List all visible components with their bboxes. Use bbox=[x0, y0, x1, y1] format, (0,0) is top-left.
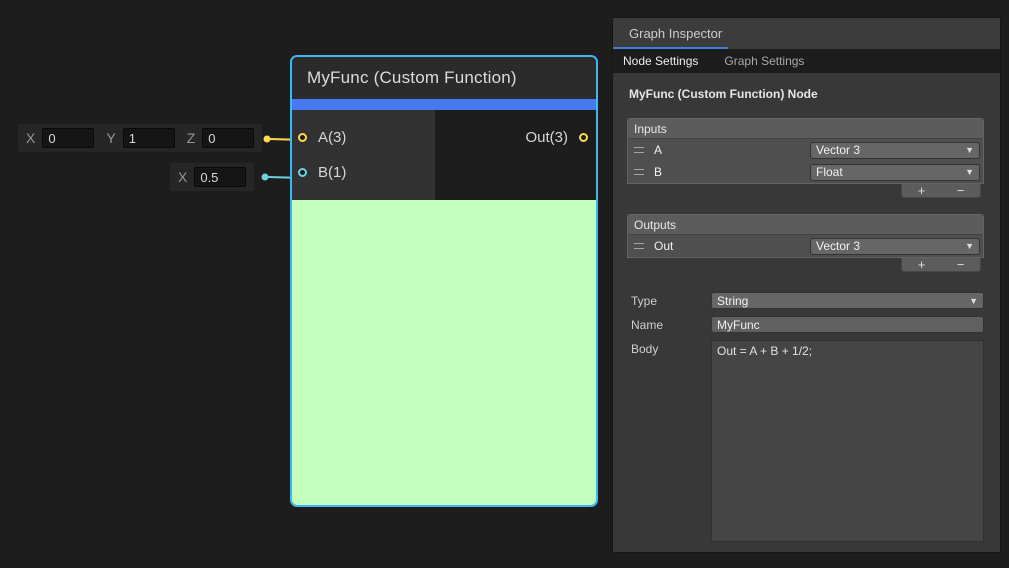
dropdown-arrow-icon: ▼ bbox=[965, 145, 974, 155]
node-output-ports: Out(3) bbox=[435, 110, 596, 200]
inspector-title: Graph Inspector bbox=[629, 26, 722, 41]
list-item[interactable]: A Vector 3 ▼ bbox=[628, 139, 983, 161]
node-title[interactable]: MyFunc (Custom Function) bbox=[292, 57, 596, 99]
float-edge-dot bbox=[262, 174, 269, 181]
input-row-name: A bbox=[650, 143, 804, 157]
tab-node-settings[interactable]: Node Settings bbox=[623, 54, 698, 68]
vector3-x-field[interactable] bbox=[42, 128, 94, 148]
port-row-out: Out(3) bbox=[435, 120, 596, 155]
outputs-list-header: Outputs bbox=[628, 215, 983, 235]
vector3-y-label: Y bbox=[106, 130, 115, 146]
drag-handle-icon[interactable] bbox=[634, 169, 644, 175]
dropdown-arrow-icon: ▼ bbox=[965, 241, 974, 251]
float-input-widget: X bbox=[170, 163, 254, 191]
node-ports: A(3) B(1) Out(3) bbox=[292, 110, 596, 200]
input-a-type-dropdown[interactable]: Vector 3 ▼ bbox=[810, 142, 980, 159]
port-out-label: Out(3) bbox=[525, 129, 568, 146]
type-label: Type bbox=[627, 292, 711, 308]
vector3-x-label: X bbox=[26, 130, 35, 146]
type-row: Type String ▼ bbox=[627, 292, 984, 309]
inspector-content: MyFunc (Custom Function) Node Inputs A V… bbox=[613, 73, 1000, 552]
type-dropdown[interactable]: String ▼ bbox=[711, 292, 984, 309]
inspector-accent-underline bbox=[613, 47, 728, 49]
input-row-name: B bbox=[650, 165, 804, 179]
vector3-x-group: X bbox=[26, 128, 94, 148]
output-row-name: Out bbox=[650, 239, 804, 253]
outputs-list-footer: + − bbox=[901, 258, 981, 272]
vector3-z-label: Z bbox=[187, 130, 196, 146]
vector3-z-group: Z bbox=[187, 128, 255, 148]
vector3-z-field[interactable] bbox=[202, 128, 254, 148]
port-a-connector[interactable] bbox=[298, 133, 307, 142]
body-row: Body Out = A + B + 1/2; bbox=[627, 340, 984, 542]
name-label: Name bbox=[627, 316, 711, 332]
input-b-type-dropdown[interactable]: Float ▼ bbox=[810, 164, 980, 181]
port-b-label: B(1) bbox=[318, 164, 346, 181]
inputs-list-header: Inputs bbox=[628, 119, 983, 139]
body-label: Body bbox=[627, 340, 711, 356]
dropdown-value: Vector 3 bbox=[816, 239, 961, 253]
dropdown-value: Float bbox=[816, 165, 961, 179]
port-a-label: A(3) bbox=[318, 129, 346, 146]
inputs-list-footer: + − bbox=[901, 184, 981, 198]
port-row-b: B(1) bbox=[292, 155, 435, 190]
remove-output-button[interactable]: − bbox=[949, 259, 973, 271]
dropdown-arrow-icon: ▼ bbox=[965, 167, 974, 177]
vector3-input-widget: X Y Z bbox=[18, 124, 262, 152]
inspector-header[interactable]: Graph Inspector bbox=[613, 18, 1000, 49]
dropdown-arrow-icon: ▼ bbox=[969, 296, 978, 306]
drag-handle-icon[interactable] bbox=[634, 147, 644, 153]
node-input-ports: A(3) B(1) bbox=[292, 110, 435, 200]
drag-handle-icon[interactable] bbox=[634, 243, 644, 249]
add-output-button[interactable]: + bbox=[910, 259, 934, 271]
list-item[interactable]: Out Vector 3 ▼ bbox=[628, 235, 983, 257]
port-row-a: A(3) bbox=[292, 120, 435, 155]
dropdown-value: String bbox=[717, 294, 965, 308]
port-b-connector[interactable] bbox=[298, 168, 307, 177]
list-item[interactable]: B Float ▼ bbox=[628, 161, 983, 183]
output-type-dropdown[interactable]: Vector 3 ▼ bbox=[810, 238, 980, 255]
float-x-group: X bbox=[178, 167, 246, 187]
port-out-connector[interactable] bbox=[579, 133, 588, 142]
inspector-tabs: Node Settings Graph Settings bbox=[613, 49, 1000, 73]
float-x-field[interactable] bbox=[194, 167, 246, 187]
dropdown-value: Vector 3 bbox=[816, 143, 961, 157]
vector3-y-field[interactable] bbox=[123, 128, 175, 148]
vector3-y-group: Y bbox=[106, 128, 174, 148]
remove-input-button[interactable]: − bbox=[949, 185, 973, 197]
node-preview bbox=[292, 200, 596, 505]
add-input-button[interactable]: + bbox=[910, 185, 934, 197]
myfunc-node[interactable]: MyFunc (Custom Function) A(3) B(1) Out(3… bbox=[290, 55, 598, 507]
tab-graph-settings[interactable]: Graph Settings bbox=[724, 54, 804, 68]
graph-inspector-panel: Graph Inspector Node Settings Graph Sett… bbox=[612, 17, 1001, 553]
name-row: Name bbox=[627, 316, 984, 333]
outputs-list: Outputs Out Vector 3 ▼ bbox=[627, 214, 984, 258]
name-field[interactable] bbox=[711, 316, 984, 333]
vector3-edge-dot bbox=[264, 136, 271, 143]
function-properties: Type String ▼ Name Body Out = A + B + 1/… bbox=[627, 292, 984, 542]
float-x-label: X bbox=[178, 169, 187, 185]
node-accent-bar bbox=[292, 99, 596, 110]
node-settings-heading: MyFunc (Custom Function) Node bbox=[627, 87, 984, 101]
inputs-list: Inputs A Vector 3 ▼ B Float ▼ bbox=[627, 118, 984, 184]
body-field[interactable]: Out = A + B + 1/2; bbox=[711, 340, 984, 542]
